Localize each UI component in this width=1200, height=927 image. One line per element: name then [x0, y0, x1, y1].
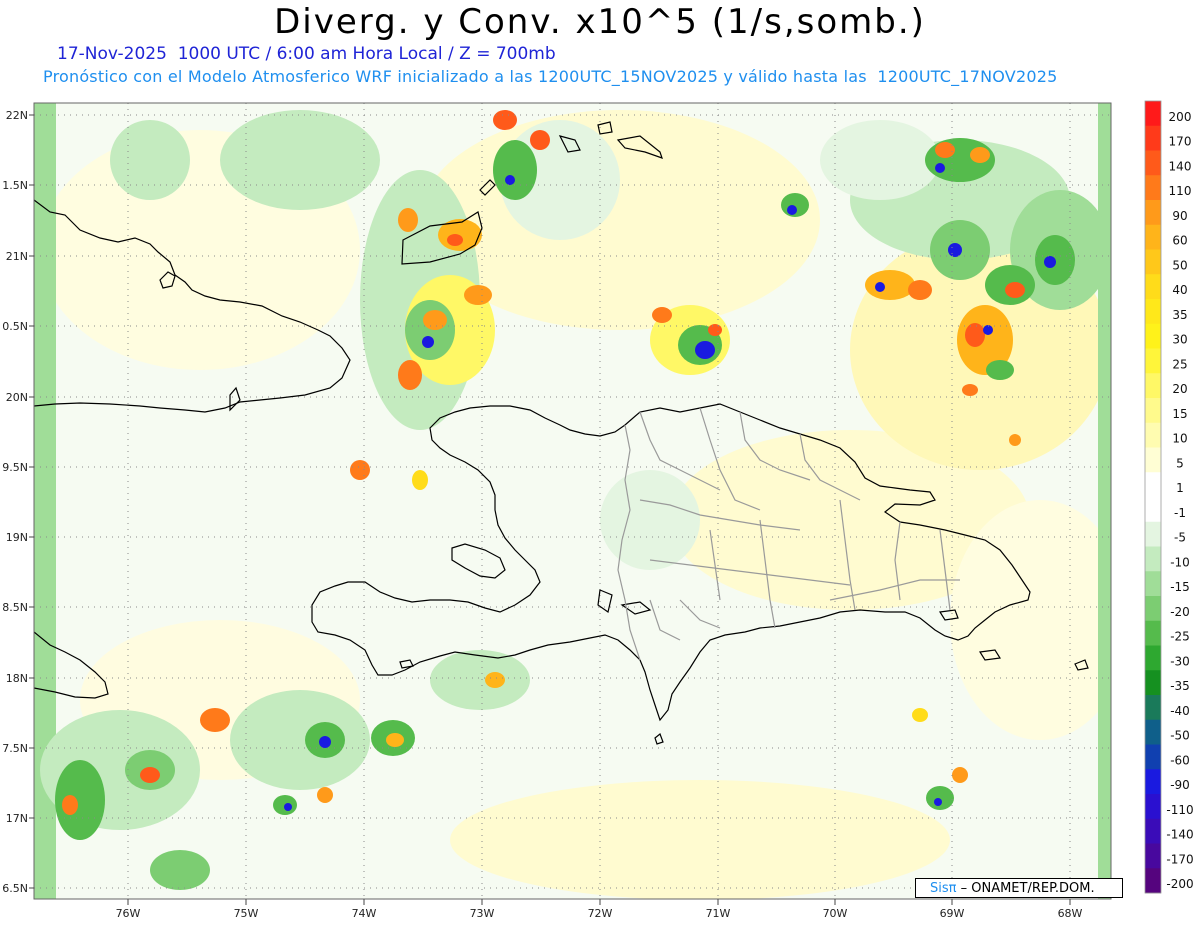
colorbar-swatch — [1145, 398, 1161, 424]
colorbar-label: 40 — [1172, 283, 1187, 297]
lat-label: 1.5N — [2, 179, 28, 192]
colorbar-swatch — [1145, 175, 1161, 201]
colorbar-label: 5 — [1176, 456, 1184, 470]
lon-label: 72W — [588, 907, 613, 920]
lon-label: 73W — [470, 907, 495, 920]
colorbar-label: -1 — [1174, 506, 1186, 520]
colorbar-swatch — [1145, 744, 1161, 770]
source-credit: Sisπ – ONAMET/REP.DOM. — [915, 878, 1123, 898]
colorbar-label: -50 — [1170, 729, 1190, 743]
lat-label: 6.5N — [2, 882, 28, 895]
lon-label: 75W — [234, 907, 259, 920]
colorbar: 200 170 140 110 90 60 50 40 35 30 25 20 15 10 5 1 -1 -5 -1… — [1144, 100, 1194, 894]
lat-label: 21N — [6, 250, 28, 263]
colorbar-swatch — [1145, 125, 1161, 151]
colorbar-swatch — [1145, 695, 1161, 721]
colorbar-label: -170 — [1166, 852, 1193, 866]
colorbar-swatch — [1145, 719, 1161, 745]
colorbar-label: 15 — [1172, 407, 1187, 421]
colorbar-swatch — [1145, 620, 1161, 646]
colorbar-label: -25 — [1170, 630, 1190, 644]
colorbar-label: -40 — [1170, 704, 1190, 718]
colorbar-swatch — [1145, 769, 1161, 795]
divergence-map: 22N 1.5N 21N 0.5N 20N 9.5N 19N 8.5N 18N … — [2, 100, 1194, 920]
colorbar-swatch — [1145, 150, 1161, 176]
lat-label: 19N — [6, 531, 28, 544]
colorbar-label: 30 — [1172, 333, 1187, 347]
colorbar-label: -5 — [1174, 531, 1186, 545]
colorbar-swatch — [1145, 794, 1161, 820]
colorbar-label: -140 — [1166, 828, 1193, 842]
colorbar-label: -110 — [1166, 803, 1193, 817]
sispi-logo: Sisπ — [930, 881, 957, 896]
colorbar-label: 1 — [1176, 481, 1184, 495]
longitude-labels: 76W 75W 74W 73W 72W 71W 70W 69W 68W — [116, 907, 1083, 920]
lon-label: 70W — [823, 907, 848, 920]
lon-label: 71W — [706, 907, 731, 920]
colorbar-label: -200 — [1166, 877, 1193, 891]
colorbar-swatch — [1145, 497, 1161, 523]
colorbar-label: 170 — [1169, 135, 1192, 149]
colorbar-swatch — [1145, 472, 1161, 498]
colorbar-swatch — [1145, 843, 1161, 869]
lat-label: 0.5N — [2, 320, 28, 333]
colorbar-label: 140 — [1169, 159, 1192, 173]
lon-label: 68W — [1058, 907, 1083, 920]
colorbar-label: -15 — [1170, 580, 1190, 594]
colorbar-label: 60 — [1172, 234, 1187, 248]
colorbar-label: 20 — [1172, 382, 1187, 396]
lon-label: 69W — [940, 907, 965, 920]
colorbar-swatch — [1145, 868, 1161, 894]
colorbar-label: 35 — [1172, 308, 1187, 322]
colorbar-swatch — [1145, 447, 1161, 473]
colorbar-swatch — [1145, 546, 1161, 572]
latitude-labels: 22N 1.5N 21N 0.5N 20N 9.5N 19N 8.5N 18N … — [2, 109, 28, 895]
colorbar-swatch — [1145, 670, 1161, 696]
colorbar-swatch — [1145, 373, 1161, 399]
colorbar-label: 50 — [1172, 258, 1187, 272]
colorbar-swatch — [1145, 422, 1161, 448]
colorbar-swatch — [1145, 596, 1161, 622]
colorbar-label: -35 — [1170, 679, 1190, 693]
colorbar-swatch — [1145, 571, 1161, 597]
colorbar-swatch — [1145, 101, 1161, 127]
colorbar-swatch — [1145, 224, 1161, 250]
colorbar-label: -20 — [1170, 605, 1190, 619]
colorbar-swatch — [1145, 323, 1161, 349]
lat-label: 20N — [6, 391, 28, 404]
lon-label: 74W — [352, 907, 377, 920]
colorbar-swatch — [1145, 200, 1161, 226]
lat-label: 22N — [6, 109, 28, 122]
colorbar-label: 200 — [1169, 110, 1192, 124]
lat-label: 18N — [6, 672, 28, 685]
colorbar-swatch — [1145, 299, 1161, 325]
colorbar-swatch — [1145, 645, 1161, 671]
colorbar-swatch — [1145, 348, 1161, 374]
colorbar-label: 90 — [1172, 209, 1187, 223]
colorbar-label: 25 — [1172, 357, 1187, 371]
colorbar-label: 110 — [1169, 184, 1192, 198]
colorbar-label: 10 — [1172, 432, 1187, 446]
lat-label: 9.5N — [2, 461, 28, 474]
lat-label: 8.5N — [2, 601, 28, 614]
colorbar-swatch — [1145, 521, 1161, 547]
colorbar-label: -30 — [1170, 654, 1190, 668]
colorbar-label: -10 — [1170, 555, 1190, 569]
colorbar-swatch — [1145, 274, 1161, 300]
lat-label: 7.5N — [2, 742, 28, 755]
colorbar-label: -60 — [1170, 753, 1190, 767]
colorbar-swatch — [1145, 249, 1161, 275]
lon-label: 76W — [116, 907, 141, 920]
credit-source: – ONAMET/REP.DOM. — [956, 881, 1095, 896]
field-shading — [34, 103, 1111, 899]
colorbar-label: -90 — [1170, 778, 1190, 792]
colorbar-swatch — [1145, 818, 1161, 844]
lat-label: 17N — [6, 812, 28, 825]
